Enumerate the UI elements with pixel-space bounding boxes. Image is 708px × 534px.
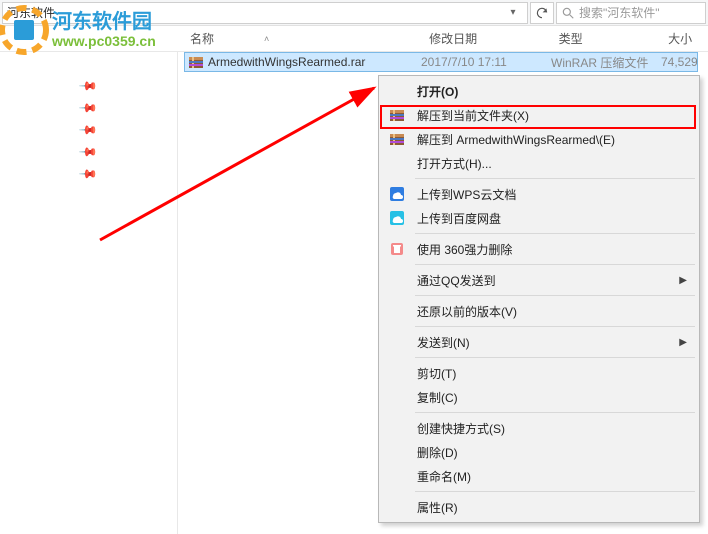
menu-separator: [415, 178, 695, 179]
address-bar[interactable]: 河东软件 ▾: [2, 2, 528, 24]
pin-icon: 📌: [78, 76, 98, 96]
pin-icon: 📌: [78, 120, 98, 140]
submenu-arrow-icon: ▶: [679, 337, 687, 348]
wps-cloud-icon: [387, 184, 407, 204]
file-row[interactable]: ArmedwithWingsRearmed.rar 2017/7/10 17:1…: [178, 52, 708, 72]
quick-access-pin[interactable]: 📌: [0, 164, 177, 184]
quick-access-pin[interactable]: 📌: [0, 120, 177, 140]
rar-archive-icon: [387, 105, 407, 125]
quick-access-pin[interactable]: 📌: [0, 76, 177, 96]
rar-archive-icon: [387, 129, 407, 149]
menu-separator: [415, 326, 695, 327]
blank-icon: [387, 442, 407, 462]
menu-item-label: 解压到 ArmedwithWingsRearmed\(E): [407, 131, 615, 148]
menu-separator: [415, 491, 695, 492]
column-label: 类型: [559, 30, 583, 47]
search-input[interactable]: 搜索"河东软件": [556, 2, 706, 24]
menu-item-label: 上传到百度网盘: [407, 210, 501, 227]
360-delete-icon: [387, 239, 407, 259]
menu-item[interactable]: 复制(C): [381, 385, 697, 409]
blank-icon: [387, 270, 407, 290]
blank-icon: [387, 332, 407, 352]
submenu-arrow-icon: ▶: [679, 275, 687, 286]
blank-icon: [387, 418, 407, 438]
blank-icon: [387, 81, 407, 101]
column-name[interactable]: 名称 ˄: [180, 30, 419, 47]
menu-separator: [415, 412, 695, 413]
menu-item[interactable]: 打开方式(H)...: [381, 151, 697, 175]
menu-item-label: 使用 360强力删除: [407, 241, 512, 258]
blank-icon: [387, 466, 407, 486]
quick-access-pin[interactable]: 📌: [0, 142, 177, 162]
menu-item-label: 删除(D): [407, 444, 458, 461]
column-label: 修改日期: [429, 30, 477, 47]
blank-icon: [387, 387, 407, 407]
sort-indicator-icon: ˄: [264, 34, 269, 44]
menu-item-label: 重命名(M): [407, 468, 471, 485]
baidu-pan-icon: [387, 208, 407, 228]
menu-separator: [415, 233, 695, 234]
file-type: WinRAR 压缩文件: [551, 54, 648, 71]
menu-item[interactable]: 属性(R): [381, 495, 697, 519]
pin-icon: 📌: [78, 98, 98, 118]
menu-item[interactable]: 解压到 ArmedwithWingsRearmed\(E): [381, 127, 697, 151]
quick-access-pin[interactable]: 📌: [0, 98, 177, 118]
column-date[interactable]: 修改日期: [419, 30, 549, 47]
column-label: 名称: [190, 30, 214, 47]
rar-archive-icon: [188, 54, 204, 70]
refresh-button[interactable]: [530, 2, 554, 24]
menu-item[interactable]: 使用 360强力删除: [381, 237, 697, 261]
file-name: ArmedwithWingsRearmed.rar: [208, 55, 365, 69]
context-menu: 打开(O) 解压到当前文件夹(X) 解压到 ArmedwithWingsRearme…: [378, 75, 700, 523]
blank-icon: [387, 497, 407, 517]
search-icon: [561, 6, 575, 20]
menu-item-label: 还原以前的版本(V): [407, 303, 517, 320]
column-type[interactable]: 类型: [549, 30, 659, 47]
explorer-toolbar: 河东软件 ▾ 搜索"河东软件": [0, 0, 708, 26]
chevron-down-icon[interactable]: ▾: [503, 4, 523, 22]
menu-item[interactable]: 解压到当前文件夹(X): [381, 103, 697, 127]
file-size: 74,529: [661, 55, 698, 69]
menu-item[interactable]: 上传到百度网盘: [381, 206, 697, 230]
file-date: 2017/7/10 17:11: [421, 55, 507, 69]
blank-icon: [387, 153, 407, 173]
menu-item-label: 属性(R): [407, 499, 458, 516]
search-placeholder: 搜索"河东软件": [579, 4, 660, 21]
menu-separator: [415, 357, 695, 358]
menu-item[interactable]: 打开(O): [381, 79, 697, 103]
menu-item[interactable]: 剪切(T): [381, 361, 697, 385]
blank-icon: [387, 363, 407, 383]
menu-item-label: 打开(O): [407, 83, 458, 100]
blank-icon: [387, 301, 407, 321]
menu-item[interactable]: 创建快捷方式(S): [381, 416, 697, 440]
menu-item-label: 打开方式(H)...: [407, 155, 492, 172]
menu-item[interactable]: 删除(D): [381, 440, 697, 464]
column-headers: 名称 ˄ 修改日期 类型 大小: [0, 26, 708, 52]
menu-item-label: 创建快捷方式(S): [407, 420, 505, 437]
refresh-icon: [535, 6, 549, 20]
menu-item-label: 通过QQ发送到: [407, 272, 496, 289]
pin-icon: 📌: [78, 142, 98, 162]
menu-item-label: 复制(C): [407, 389, 458, 406]
menu-separator: [415, 264, 695, 265]
breadcrumb-folder[interactable]: 河东软件: [7, 4, 55, 21]
column-size[interactable]: 大小: [658, 30, 708, 47]
pin-icon: 📌: [78, 164, 98, 184]
menu-item[interactable]: 通过QQ发送到 ▶: [381, 268, 697, 292]
menu-item-label: 发送到(N): [407, 334, 470, 351]
menu-item[interactable]: 还原以前的版本(V): [381, 299, 697, 323]
menu-item-label: 解压到当前文件夹(X): [407, 107, 529, 124]
menu-item[interactable]: 发送到(N) ▶: [381, 330, 697, 354]
nav-pane: 📌 📌 📌 📌 📌: [0, 52, 178, 534]
menu-item-label: 上传到WPS云文档: [407, 186, 516, 203]
menu-item[interactable]: 上传到WPS云文档: [381, 182, 697, 206]
menu-item[interactable]: 重命名(M): [381, 464, 697, 488]
column-label: 大小: [668, 30, 692, 47]
menu-separator: [415, 295, 695, 296]
menu-item-label: 剪切(T): [407, 365, 456, 382]
